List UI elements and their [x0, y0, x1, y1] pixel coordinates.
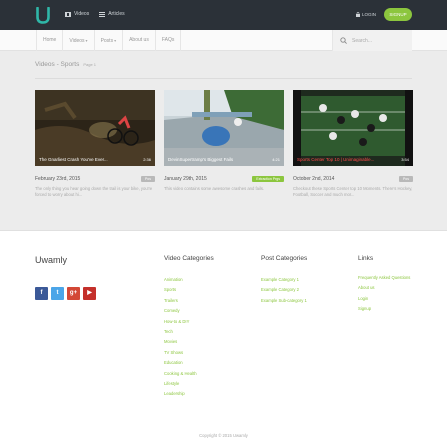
facebook-icon[interactable]: f [35, 287, 48, 300]
footer-link[interactable]: Login [358, 296, 414, 302]
column-heading: Video Categories [164, 255, 214, 262]
post-date: January 29th, 2015 [164, 175, 207, 182]
video-title: Sports Center Top 10 | Unimaginable... [297, 157, 375, 162]
footer-link[interactable]: Signup [358, 306, 414, 312]
category-link[interactable]: Animation [164, 275, 214, 285]
category-link[interactable]: Movies [164, 337, 214, 347]
video-duration: 3:54 [401, 157, 409, 162]
status-badge: Pos [398, 175, 413, 182]
status-badge: Extraction Prgs [252, 175, 284, 182]
post-date: February 23rd, 2015 [35, 175, 81, 182]
video-description: Checkout these Sports Center top 10 Mome… [293, 186, 413, 197]
logo-icon[interactable] [36, 7, 50, 24]
top-bar: Videos Articles LOGIN SIGNUP [0, 0, 447, 30]
subnav-item-label: Home [43, 37, 57, 43]
video-thumbnail[interactable]: Sports Center Top 10 | Unimaginable... 3… [293, 90, 413, 166]
thumbnail-image [35, 90, 155, 166]
video-categories-column: Video Categories Animation Sports Traile… [164, 255, 214, 400]
video-title: DevinSupertramp's Biggest Fails [168, 157, 234, 162]
video-title: The Gnarliest Crash You've Ever... [39, 157, 108, 162]
category-link[interactable]: Example Sub-category 1 [261, 296, 307, 306]
subnav-item-about[interactable]: About us [123, 30, 156, 51]
post-date: October 2nd, 2014 [293, 175, 335, 182]
post-categories-column: Post Categories Example Category 1 Examp… [261, 255, 307, 306]
category-link[interactable]: Cooking & Health [164, 369, 214, 379]
nav-item-label: Articles [108, 11, 125, 17]
login-label: LOGIN [362, 12, 377, 17]
chevron-down-icon: ▾ [85, 38, 88, 43]
nav-item-label: Videos [74, 11, 90, 17]
category-link[interactable]: Tech [164, 327, 214, 337]
twitter-icon[interactable]: t [51, 287, 64, 300]
page-title: Videos - Sports [35, 61, 80, 68]
video-card: The Gnarliest Crash You've Ever... 2:36 … [35, 90, 155, 198]
page-heading: Videos - Sports Page 1 [35, 61, 96, 68]
search-input[interactable] [352, 37, 407, 44]
nav-item-articles[interactable]: Articles [99, 11, 125, 17]
category-link[interactable]: Sports [164, 285, 214, 295]
column-heading: Post Categories [261, 255, 308, 262]
category-link[interactable]: Example Category 1 [261, 275, 307, 285]
nav-item-videos[interactable]: Videos [65, 11, 89, 17]
footer-brand: Uwamly [35, 255, 68, 265]
category-link[interactable]: Lifestyle [164, 379, 214, 389]
subnav-item-posts[interactable]: Posts▾ [95, 30, 124, 51]
google-plus-icon[interactable]: g+ [67, 287, 80, 300]
footer-link[interactable]: Frequently Asked Questions [358, 275, 414, 281]
subnav-item-faqs[interactable]: FAQs [156, 30, 182, 51]
search-box [332, 30, 412, 51]
subnav-item-label: FAQs [161, 37, 175, 43]
chevron-down-icon: ▾ [114, 38, 117, 43]
subnav-item-home[interactable]: Home [36, 30, 64, 51]
category-link[interactable]: How-to & DIY [164, 317, 214, 327]
video-description: The only thing you hear going down the t… [35, 186, 153, 197]
subnav-item-videos[interactable]: Videos▾ [63, 30, 95, 51]
video-card: Sports Center Top 10 | Unimaginable... 3… [293, 90, 413, 198]
category-link[interactable]: Leadership [164, 389, 214, 399]
video-thumbnail[interactable]: DevinSupertramp's Biggest Fails 4:21 [164, 90, 284, 166]
subnav-item-label: About us [129, 37, 149, 43]
thumbnail-image [164, 90, 284, 166]
footer-link[interactable]: About us [358, 285, 414, 291]
subnav-item-label: Videos [69, 38, 85, 44]
subnav-item-label: Posts [100, 38, 114, 44]
page-subtitle: Page 1 [83, 62, 97, 67]
list-icon [99, 11, 106, 17]
film-icon [65, 11, 71, 17]
status-badge: Pos [140, 175, 155, 182]
video-description: This video contains some awesome crashes… [164, 186, 265, 191]
thumbnail-image [293, 90, 413, 166]
links-column: Links Frequently Asked Questions About u… [358, 255, 414, 317]
main-nav: Videos Articles [65, 11, 125, 17]
video-thumbnail[interactable]: The Gnarliest Crash You've Ever... 2:36 [35, 90, 155, 166]
copyright: Copyright © 2015 Uwamly [199, 433, 248, 438]
category-link[interactable]: Comedy [164, 306, 214, 316]
signup-button[interactable]: SIGNUP [384, 8, 412, 21]
column-heading: Links [358, 255, 374, 262]
lock-icon [356, 12, 360, 17]
secondary-nav: Home Videos▾ Posts▾ About us FAQs [0, 30, 447, 51]
category-link[interactable]: Education [164, 358, 214, 368]
category-link[interactable]: Trailers [164, 296, 214, 306]
search-icon[interactable] [340, 37, 347, 44]
youtube-icon[interactable]: ▶ [83, 287, 96, 300]
footer: Uwamly f t g+ ▶ Video Categories Animati… [0, 230, 447, 447]
social-links: f t g+ ▶ [35, 287, 96, 300]
video-duration: 2:36 [143, 157, 151, 162]
category-link[interactable]: Example Category 2 [261, 285, 307, 295]
video-duration: 4:21 [272, 157, 280, 162]
video-card: DevinSupertramp's Biggest Fails 4:21 Jan… [164, 90, 284, 192]
login-link[interactable]: LOGIN [356, 12, 376, 17]
divider [35, 78, 412, 79]
category-link[interactable]: TV Shows [164, 348, 214, 358]
